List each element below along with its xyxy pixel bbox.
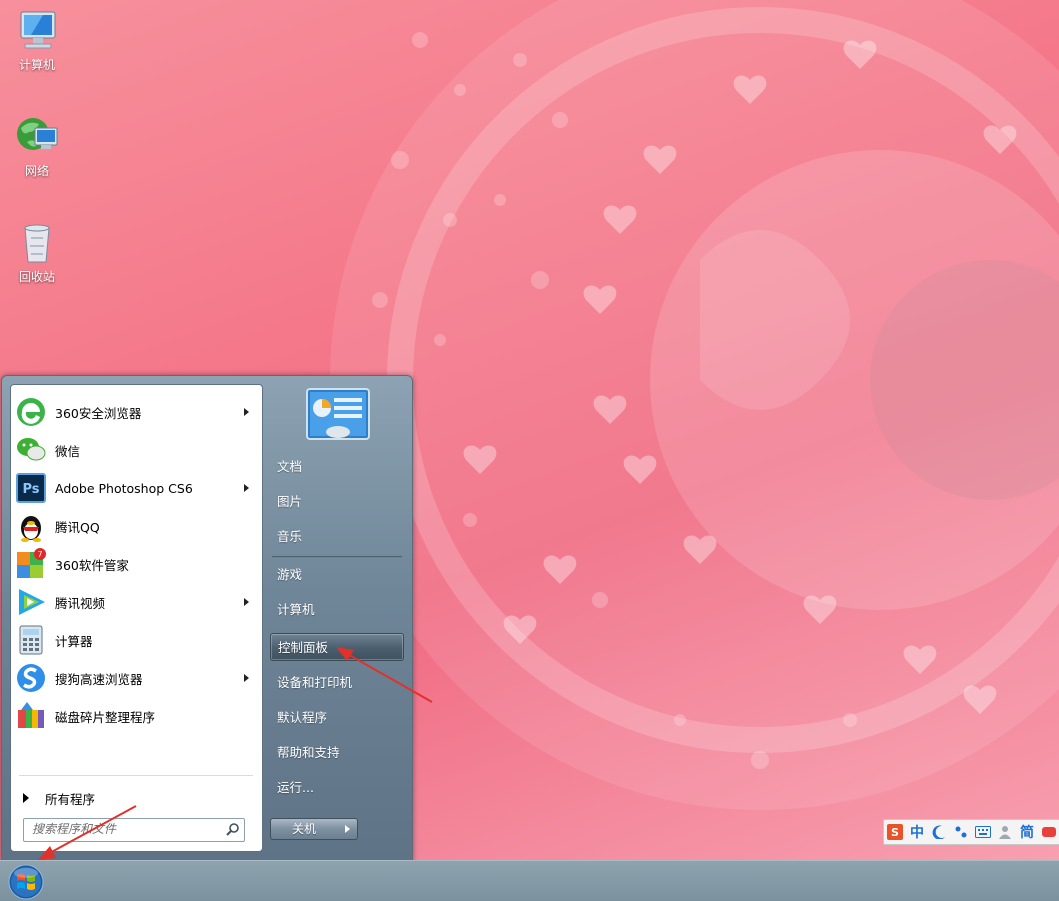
start-menu-programs-pane: 360安全浏览器 微信 Ps Adobe Photoshop CS6 腾讯QQ … (10, 384, 263, 852)
right-item-default-programs[interactable]: 默认程序 (270, 704, 404, 732)
photoshop-icon: Ps (16, 473, 46, 503)
user-picture-icon[interactable] (306, 388, 370, 440)
program-label: 计算器 (55, 633, 93, 649)
desktop-icon-label: 网络 (24, 164, 49, 178)
start-orb-windows-icon[interactable] (6, 864, 46, 900)
search-input[interactable] (24, 819, 222, 839)
desktop-icon-network[interactable]: 网络 (6, 114, 68, 179)
right-item-devices-printers[interactable]: 设备和打印机 (270, 669, 404, 697)
separator (272, 556, 402, 558)
right-item-help-support[interactable]: 帮助和支持 (270, 739, 404, 767)
keyboard-icon[interactable] (972, 821, 994, 843)
ime-simplified-toggle[interactable]: 简 (1016, 821, 1038, 843)
calculator-icon (19, 625, 43, 655)
expand-arrow-icon (23, 793, 29, 803)
submenu-arrow-icon (244, 484, 249, 492)
program-item-calculator[interactable]: 计算器 (13, 622, 259, 658)
separator (19, 775, 253, 776)
right-item-documents[interactable]: 文档 (270, 453, 404, 481)
right-item-run[interactable]: 运行... (270, 774, 404, 802)
svg-text:Ps: Ps (22, 482, 39, 497)
program-label: 搜狗高速浏览器 (55, 671, 143, 687)
desktop-icon-label: 计算机 (18, 58, 55, 72)
right-item-control-panel[interactable]: 控制面板 (270, 633, 404, 661)
program-item-qq[interactable]: 腾讯QQ (13, 508, 259, 544)
punctuation-icon[interactable] (950, 821, 972, 843)
program-label: Adobe Photoshop CS6 (55, 480, 193, 496)
ime-toolbar: S 中 简 (883, 819, 1059, 845)
program-label: 360安全浏览器 (55, 405, 142, 421)
computer-icon (20, 11, 56, 49)
program-item-360-software-manager[interactable]: 7 360软件管家 (13, 546, 259, 582)
taskbar (0, 860, 1059, 901)
search-icon[interactable] (226, 822, 240, 836)
program-item-tencent-video[interactable]: 腾讯视频 (13, 584, 259, 620)
skin-icon[interactable] (1038, 821, 1059, 843)
all-programs-button[interactable]: 所有程序 (19, 787, 249, 809)
moon-icon[interactable] (928, 821, 950, 843)
sogou-logo-icon[interactable]: S (884, 821, 906, 843)
disk-defragmenter-icon (18, 702, 44, 728)
right-item-pictures[interactable]: 图片 (270, 488, 404, 516)
desktop-icon-label: 回收站 (18, 270, 55, 284)
shutdown-button[interactable]: 关机 (270, 818, 338, 840)
search-box (23, 818, 245, 842)
submenu-arrow-icon (244, 408, 249, 416)
tencent-video-icon (19, 589, 45, 615)
chevron-right-icon (345, 825, 350, 833)
desktop-icon-recycle-bin[interactable]: 回收站 (6, 220, 68, 285)
ime-mode-toggle[interactable]: 中 (906, 821, 928, 843)
submenu-arrow-icon (244, 674, 249, 682)
program-label: 360软件管家 (55, 557, 129, 573)
svg-text:7: 7 (37, 550, 42, 559)
qq-penguin-icon (21, 516, 41, 542)
wechat-icon (17, 438, 46, 461)
360-browser-icon (17, 398, 45, 426)
all-programs-label: 所有程序 (45, 791, 96, 807)
program-label: 腾讯QQ (55, 519, 100, 535)
network-icon (17, 118, 58, 150)
program-item-disk-defragmenter[interactable]: 磁盘碎片整理程序 (13, 698, 259, 734)
recycle-bin-icon (24, 224, 50, 263)
program-item-sogou-browser[interactable]: 搜狗高速浏览器 (13, 660, 259, 696)
start-menu: 360安全浏览器 微信 Ps Adobe Photoshop CS6 腾讯QQ … (1, 375, 413, 862)
program-item-wechat[interactable]: 微信 (13, 432, 259, 468)
program-label: 腾讯视频 (55, 595, 106, 611)
sogou-browser-icon (17, 664, 45, 692)
360-software-manager-icon: 7 (17, 548, 46, 578)
svg-text:S: S (891, 826, 899, 839)
desktop-icon-computer[interactable]: 计算机 (6, 8, 68, 73)
right-item-games[interactable]: 游戏 (270, 561, 404, 589)
program-label: 磁盘碎片整理程序 (55, 709, 156, 725)
user-icon[interactable] (994, 821, 1016, 843)
program-label: 微信 (55, 443, 81, 459)
program-item-360-browser[interactable]: 360安全浏览器 (13, 394, 259, 430)
shutdown-options-button[interactable] (337, 818, 358, 840)
submenu-arrow-icon (244, 598, 249, 606)
program-item-photoshop[interactable]: Ps Adobe Photoshop CS6 (13, 470, 259, 506)
right-item-music[interactable]: 音乐 (270, 523, 404, 551)
right-item-computer[interactable]: 计算机 (270, 596, 404, 624)
